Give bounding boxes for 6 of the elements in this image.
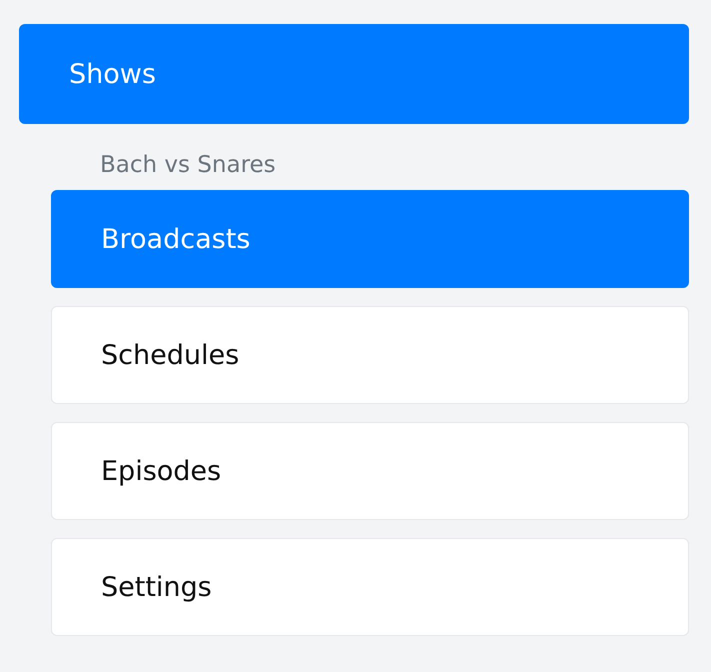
nav-item[interactable]: Schedules (51, 306, 689, 404)
nav-item[interactable]: Settings (51, 538, 689, 636)
nav-item[interactable]: Episodes (51, 422, 689, 520)
nav-item[interactable]: Shows (19, 24, 689, 124)
nav-item[interactable]: Broadcasts (51, 190, 689, 288)
section-label: Bach vs Snares (99, 151, 277, 180)
